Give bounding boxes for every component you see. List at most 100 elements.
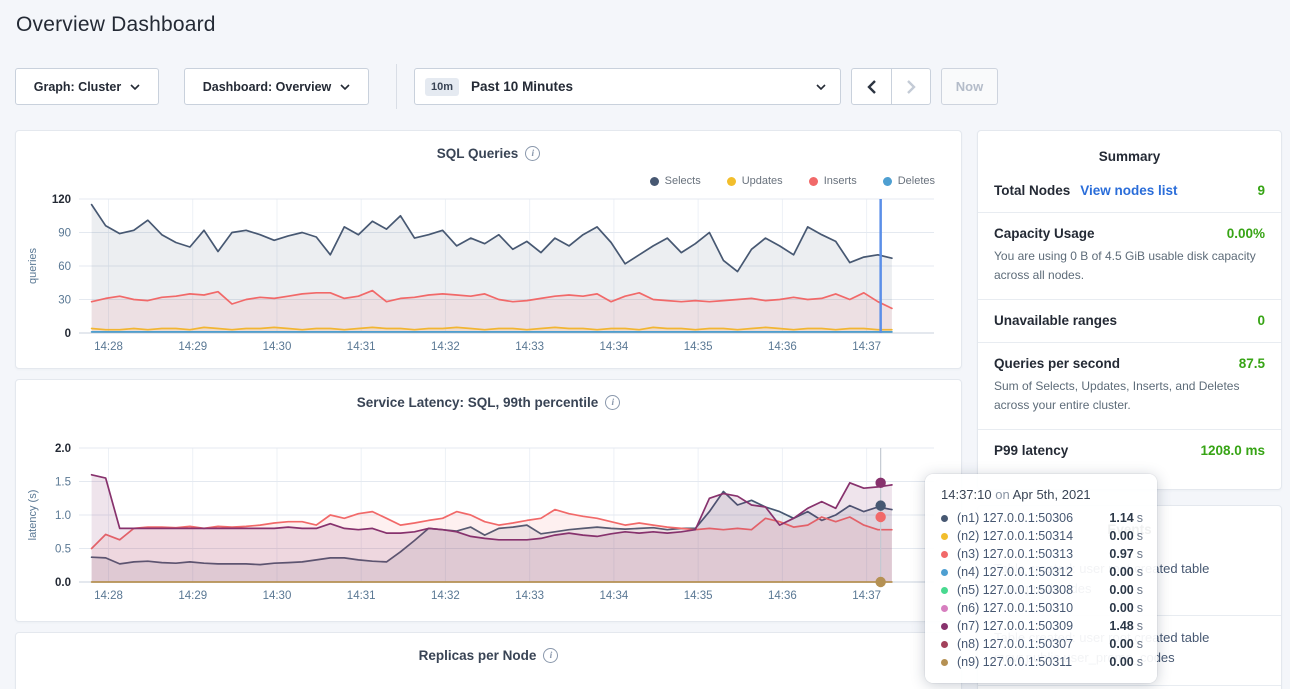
node-color-dot-icon (941, 623, 948, 630)
legend-item-inserts[interactable]: Inserts (809, 175, 857, 187)
tooltip-node-value: 0.00 (1109, 637, 1133, 651)
chevron-right-icon (907, 80, 916, 94)
chart-tooltip: 14:37:10 on Apr 5th, 2021 (n1) 127.0.0.1… (925, 474, 1157, 683)
dashboard-dropdown-label: Dashboard: Overview (203, 80, 332, 94)
legend-item-updates[interactable]: Updates (727, 175, 783, 187)
chart-title: SQL Queries (437, 146, 519, 161)
tooltip-node-row: (n8) 127.0.0.1:503070.00s (941, 635, 1143, 653)
tooltip-node-value: 1.48 (1109, 619, 1133, 633)
prev-range-button[interactable] (852, 69, 891, 104)
legend-label: Deletes (898, 175, 935, 187)
tooltip-node-unit: s (1137, 583, 1143, 597)
y-tick-label: 1.5 (55, 477, 71, 489)
replicas-per-node-panel: Replicas per Node i (15, 632, 962, 689)
x-tick-label: 14:30 (263, 590, 292, 602)
summary-item-row: P99 latency1208.0 ms (994, 443, 1265, 458)
tooltip-node-unit: s (1137, 547, 1143, 561)
summary-title: Summary (978, 131, 1281, 170)
time-step-buttons (851, 68, 931, 105)
summary-item: Total NodesView nodes list9 (978, 170, 1281, 213)
tooltip-node-row: (n2) 127.0.0.1:503140.00s (941, 527, 1143, 545)
graph-dropdown-label: Graph: Cluster (34, 80, 122, 94)
hover-point-marker (875, 478, 885, 488)
summary-panel: Summary Total NodesView nodes list9Capac… (977, 130, 1282, 490)
tooltip-node-label: (n7) 127.0.0.1:50309 (957, 619, 1101, 633)
tooltip-node-value: 0.00 (1109, 655, 1133, 669)
legend-item-selects[interactable]: Selects (650, 175, 701, 187)
x-tick-label: 14:31 (347, 590, 376, 602)
x-tick-label: 14:29 (178, 590, 207, 602)
summary-item-row: Unavailable ranges0 (994, 313, 1265, 328)
x-tick-label: 14:36 (768, 341, 797, 353)
tooltip-node-unit: s (1137, 655, 1143, 669)
y-axis-label: queries (27, 247, 39, 284)
info-icon[interactable]: i (605, 395, 620, 410)
summary-item-caption: You are using 0 B of 4.5 GiB usable disk… (994, 247, 1265, 285)
summary-item-label: Unavailable ranges (994, 313, 1117, 328)
legend-dot-icon (727, 177, 736, 186)
legend-dot-icon (883, 177, 892, 186)
overview-dashboard-page: Overview Dashboard Graph: Cluster Dashbo… (0, 0, 1290, 689)
dashboard-dropdown[interactable]: Dashboard: Overview (184, 68, 369, 105)
y-tick-label: 90 (58, 228, 71, 240)
tooltip-node-row: (n6) 127.0.0.1:503100.00s (941, 599, 1143, 617)
chart-title: Replicas per Node (419, 648, 537, 663)
info-icon[interactable]: i (543, 648, 558, 663)
y-tick-label: 0.5 (55, 544, 71, 556)
summary-item-caption: Sum of Selects, Updates, Inserts, and De… (994, 377, 1265, 415)
tooltip-node-row: (n4) 127.0.0.1:503120.00s (941, 563, 1143, 581)
x-tick-label: 14:32 (431, 341, 460, 353)
legend-label: Updates (742, 175, 783, 187)
node-color-dot-icon (941, 551, 948, 558)
tooltip-node-value: 0.00 (1109, 529, 1133, 543)
summary-item: Queries per second87.5 Sum of Selects, Up… (978, 343, 1281, 430)
node-color-dot-icon (941, 605, 948, 612)
summary-item-label: P99 latency (994, 443, 1068, 458)
summary-item: Capacity Usage0.00%You are using 0 B of … (978, 213, 1281, 300)
node-color-dot-icon (941, 659, 948, 666)
page-title: Overview Dashboard (16, 13, 216, 37)
chevron-down-icon (340, 84, 350, 90)
x-tick-label: 14:30 (263, 341, 292, 353)
legend-item-deletes[interactable]: Deletes (883, 175, 935, 187)
node-color-dot-icon (941, 569, 948, 576)
y-tick-label: 0 (65, 328, 71, 340)
service-latency-chart[interactable]: 14:2814:2914:3014:3114:3214:3314:3414:35… (24, 438, 954, 610)
y-tick-label: 60 (58, 261, 71, 273)
tooltip-node-label: (n6) 127.0.0.1:50310 (957, 601, 1101, 615)
tooltip-node-unit: s (1137, 529, 1143, 543)
legend-label: Selects (665, 175, 701, 187)
x-tick-label: 14:35 (684, 341, 713, 353)
node-color-dot-icon (941, 533, 948, 540)
node-color-dot-icon (941, 515, 948, 522)
info-icon[interactable]: i (525, 146, 540, 161)
time-range-dropdown[interactable]: 10m Past 10 Minutes (414, 68, 841, 105)
tooltip-time: 14:37:10 (941, 487, 992, 502)
graph-dropdown[interactable]: Graph: Cluster (15, 68, 159, 105)
tooltip-node-unit: s (1137, 637, 1143, 651)
x-tick-label: 14:35 (684, 590, 713, 602)
x-tick-label: 14:34 (600, 590, 629, 602)
summary-item: Unavailable ranges0 (978, 300, 1281, 343)
legend-dot-icon (650, 177, 659, 186)
view-nodes-link[interactable]: View nodes list (1080, 183, 1177, 198)
x-tick-label: 14:33 (515, 341, 544, 353)
now-button-disabled[interactable]: Now (941, 68, 998, 105)
node-color-dot-icon (941, 641, 948, 648)
toolbar-divider (396, 64, 397, 109)
chevron-left-icon (867, 80, 876, 94)
tooltip-node-label: (n9) 127.0.0.1:50311 (957, 655, 1101, 669)
next-range-button-disabled[interactable] (891, 69, 930, 104)
time-range-badge: 10m (425, 78, 459, 96)
x-tick-label: 14:37 (852, 590, 881, 602)
time-range-label: Past 10 Minutes (471, 79, 573, 94)
tooltip-node-label: (n3) 127.0.0.1:50313 (957, 547, 1101, 561)
service-latency-panel: Service Latency: SQL, 99th percentile i … (15, 379, 962, 622)
x-tick-label: 14:36 (768, 590, 797, 602)
summary-item-row: Queries per second87.5 (994, 356, 1265, 371)
tooltip-node-unit: s (1137, 511, 1143, 525)
x-tick-label: 14:28 (94, 341, 123, 353)
tooltip-timestamp: 14:37:10 on Apr 5th, 2021 (941, 487, 1143, 502)
sql-queries-chart[interactable]: 14:2814:2914:3014:3114:3214:3314:3414:35… (24, 189, 954, 361)
chevron-down-icon (816, 84, 826, 90)
